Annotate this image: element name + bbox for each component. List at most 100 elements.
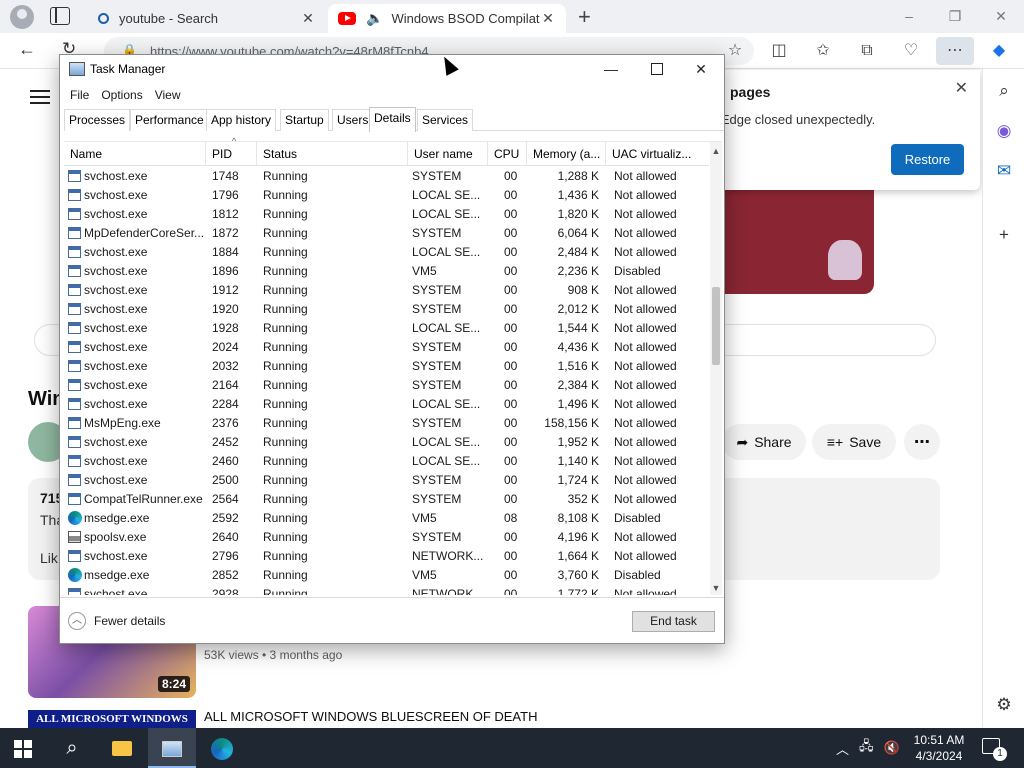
- task-manager-titlebar[interactable]: Task Manager — ✕: [60, 55, 724, 85]
- profile-avatar[interactable]: [10, 5, 34, 29]
- table-row[interactable]: CompatTelRunner.exe 2564 Running SYSTEM 00 35…: [64, 490, 709, 509]
- add-icon[interactable]: +: [993, 225, 1015, 245]
- video-player[interactable]: [700, 190, 874, 294]
- new-tab-icon[interactable]: +: [578, 4, 591, 30]
- fewer-details-button[interactable]: ︿ Fewer details: [68, 612, 165, 630]
- column-header-uac[interactable]: UAC virtualiz...: [606, 142, 709, 166]
- close-tab-icon[interactable]: ✕: [540, 10, 556, 27]
- table-row[interactable]: svchost.exe 2452 Running LOCAL SE... 00 1,952…: [64, 433, 709, 452]
- table-row[interactable]: msedge.exe 2852 Running VM5 00 3,760 K Disable…: [64, 566, 709, 585]
- cell-memory: 1,496 K: [557, 397, 599, 411]
- restore-button[interactable]: Restore: [891, 144, 964, 175]
- performance-icon[interactable]: ♡: [892, 37, 930, 65]
- edge-taskbar-icon[interactable]: [198, 728, 246, 768]
- network-icon[interactable]: 🖧: [859, 737, 874, 759]
- close-button[interactable]: ✕: [678, 55, 724, 85]
- table-row[interactable]: MsMpEng.exe 2376 Running SYSTEM 00 158,156 K N…: [64, 414, 709, 433]
- cell-memory: 158,156 K: [544, 416, 599, 430]
- table-row[interactable]: svchost.exe 2796 Running NETWORK... 00 1,664 …: [64, 547, 709, 566]
- table-row[interactable]: svchost.exe 1928 Running LOCAL SE... 00 1,544…: [64, 319, 709, 338]
- column-header-status[interactable]: Status: [257, 142, 408, 166]
- table-row[interactable]: msedge.exe 2592 Running VM5 08 8,108 K Disable…: [64, 509, 709, 528]
- copilot-icon[interactable]: ◆: [980, 37, 1018, 65]
- taskbar-search-icon[interactable]: ⌕: [48, 728, 96, 768]
- chevron-up-icon[interactable]: ︿: [836, 739, 849, 758]
- cell-user: VM5: [412, 511, 437, 525]
- restore-icon[interactable]: ❐: [932, 0, 978, 33]
- tab-services[interactable]: Services: [417, 109, 474, 131]
- save-button[interactable]: ≡+ Save: [812, 424, 896, 460]
- table-row[interactable]: svchost.exe 2164 Running SYSTEM 00 2,384 K Not…: [64, 376, 709, 395]
- tab-users[interactable]: Users: [332, 109, 374, 131]
- task-manager-taskbar-icon[interactable]: [148, 728, 196, 768]
- search-icon[interactable]: ⌕: [993, 81, 1015, 101]
- menu-view[interactable]: View: [149, 85, 187, 107]
- cell-status: Running: [263, 378, 308, 392]
- settings-more-icon[interactable]: ⋯: [936, 37, 974, 65]
- cell-user: LOCAL SE...: [412, 207, 481, 221]
- more-actions-button[interactable]: ⋯: [904, 424, 940, 460]
- menu-icon[interactable]: [30, 90, 50, 104]
- menu-options[interactable]: Options: [95, 85, 148, 107]
- share-button[interactable]: ➦ Share: [722, 424, 806, 460]
- tab-startup[interactable]: Startup: [280, 109, 329, 131]
- close-icon[interactable]: ✕: [978, 0, 1024, 33]
- column-header-user[interactable]: User name: [408, 142, 488, 166]
- table-row[interactable]: svchost.exe 1796 Running LOCAL SE... 00 1,436…: [64, 186, 709, 205]
- tab-performance[interactable]: Performance: [130, 109, 209, 131]
- table-row[interactable]: svchost.exe 2024 Running SYSTEM 00 4,436 K Not…: [64, 338, 709, 357]
- table-row[interactable]: svchost.exe 2284 Running LOCAL SE... 00 1,496…: [64, 395, 709, 414]
- tab-bsod-video[interactable]: 🔈 Windows BSOD Compilation ✕: [328, 4, 566, 33]
- table-row[interactable]: svchost.exe 1884 Running LOCAL SE... 00 2,484…: [64, 243, 709, 262]
- minimize-button[interactable]: —: [588, 55, 634, 85]
- column-header-memory[interactable]: Memory (a...: [527, 142, 606, 166]
- cell-pid: 2164: [212, 378, 239, 392]
- tab-details[interactable]: Details: [369, 107, 416, 132]
- back-icon[interactable]: ←: [18, 39, 36, 60]
- file-explorer-icon[interactable]: [98, 728, 146, 768]
- menu-file[interactable]: File: [64, 85, 95, 107]
- outlook-icon[interactable]: ✉: [993, 161, 1015, 181]
- favorites-icon[interactable]: ✩: [804, 37, 842, 65]
- table-row[interactable]: svchost.exe 1748 Running SYSTEM 00 1,288 K Not…: [64, 167, 709, 186]
- scroll-down-icon[interactable]: ▼: [710, 581, 722, 595]
- collections-icon[interactable]: ⧉: [848, 37, 886, 65]
- tab-processes[interactable]: Processes: [64, 109, 131, 131]
- maximize-button[interactable]: [633, 55, 679, 85]
- close-icon[interactable]: ✕: [955, 78, 968, 98]
- volume-muted-icon[interactable]: 🔇: [884, 740, 900, 756]
- column-header-name[interactable]: Name: [64, 142, 206, 166]
- table-row[interactable]: MpDefenderCoreSer... 1872 Running SYSTEM 00 6…: [64, 224, 709, 243]
- table-row[interactable]: svchost.exe 1896 Running VM5 00 2,236 K Disabl…: [64, 262, 709, 281]
- table-row[interactable]: spoolsv.exe 2640 Running SYSTEM 00 4,196 K Not…: [64, 528, 709, 547]
- cell-uac: Not allowed: [614, 188, 677, 202]
- tab-app-history[interactable]: App history: [206, 109, 277, 131]
- table-row[interactable]: svchost.exe 2500 Running SYSTEM 00 1,724 K Not…: [64, 471, 709, 490]
- recommended-title[interactable]: ALL MICROSOFT WINDOWS BLUESCREEN OF DEAT…: [204, 709, 537, 724]
- notification-center-icon[interactable]: 1: [982, 738, 1007, 761]
- end-task-button[interactable]: End task: [632, 611, 715, 632]
- taskbar-clock[interactable]: 10:51 AM 4/3/2024: [908, 732, 970, 764]
- scroll-up-icon[interactable]: ▲: [710, 144, 722, 158]
- table-row[interactable]: svchost.exe 2032 Running SYSTEM 00 1,516 K Not…: [64, 357, 709, 376]
- recommended-thumbnail[interactable]: ALL MICROSOFT WINDOWS: [28, 710, 196, 728]
- column-header-pid[interactable]: PID: [206, 142, 257, 166]
- tab-youtube-search[interactable]: youtube - Search ✕: [88, 4, 326, 33]
- table-row[interactable]: svchost.exe 2928 Running NETWORK... 00 1,772 …: [64, 585, 709, 595]
- gear-icon[interactable]: ⚙: [993, 695, 1015, 715]
- copilot-sidebar-icon[interactable]: ◉: [993, 121, 1015, 141]
- table-row[interactable]: svchost.exe 2460 Running LOCAL SE... 00 1,140…: [64, 452, 709, 471]
- close-tab-icon[interactable]: ✕: [300, 10, 316, 27]
- table-row[interactable]: svchost.exe 1920 Running SYSTEM 00 2,012 K Not…: [64, 300, 709, 319]
- speaker-icon[interactable]: 🔈: [366, 10, 383, 27]
- table-row[interactable]: svchost.exe 1812 Running LOCAL SE... 00 1,820…: [64, 205, 709, 224]
- windows-start-icon[interactable]: [14, 740, 32, 758]
- split-screen-icon[interactable]: ◫: [760, 37, 798, 65]
- minimize-icon[interactable]: –: [886, 0, 932, 33]
- column-header-cpu[interactable]: CPU: [488, 142, 527, 166]
- table-row[interactable]: svchost.exe 1912 Running SYSTEM 00 908 K Not a…: [64, 281, 709, 300]
- tab-actions-icon[interactable]: [50, 7, 70, 25]
- cell-status: Running: [263, 359, 308, 373]
- scrollbar-thumb[interactable]: [712, 287, 720, 365]
- process-list-scrollbar[interactable]: ▲ ▼: [710, 142, 722, 595]
